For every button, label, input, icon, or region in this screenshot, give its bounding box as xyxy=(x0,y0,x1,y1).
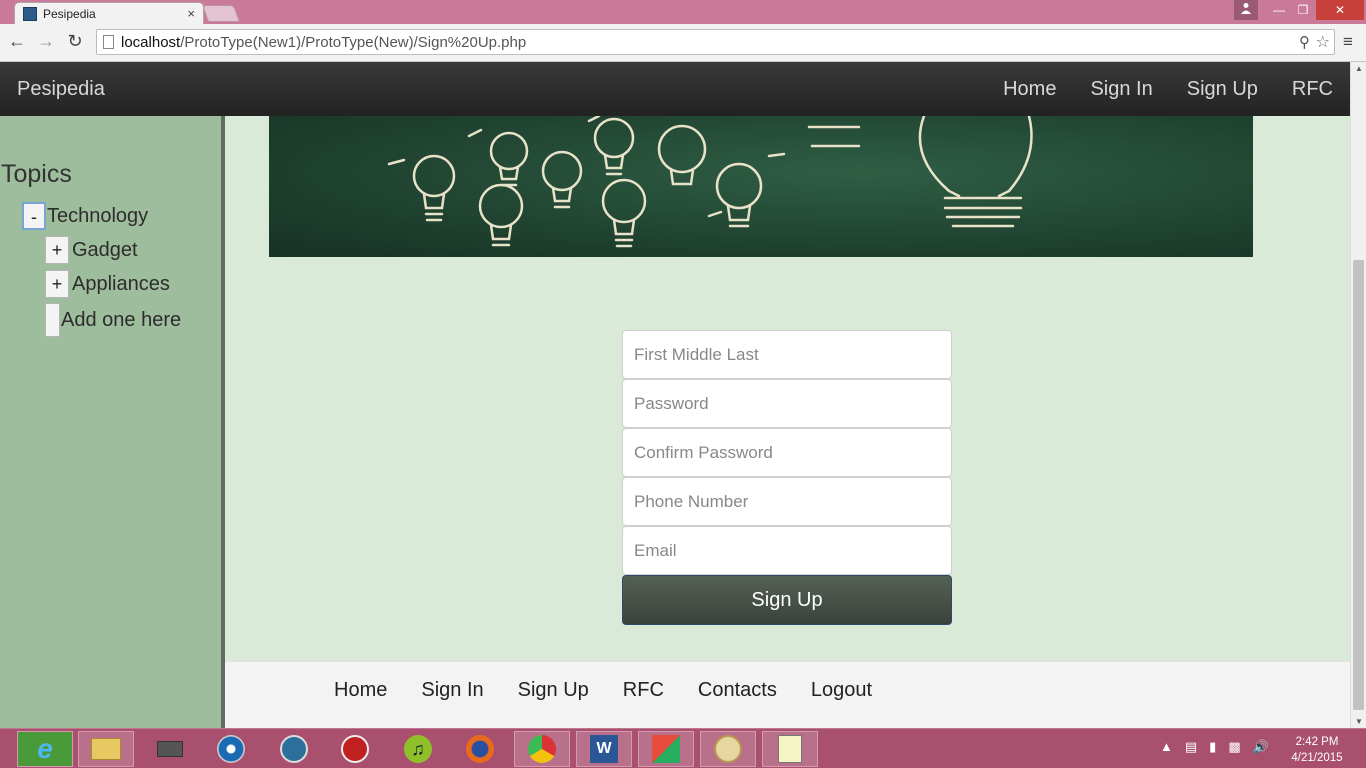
tree-item-gadget[interactable]: + Gadget xyxy=(45,236,138,264)
minimize-icon[interactable]: — xyxy=(1268,0,1290,20)
reload-icon[interactable]: ↻ xyxy=(64,31,86,52)
expand-toggle[interactable]: + xyxy=(45,236,69,264)
browser-toolbar: ← → ↻ localhost/ProtoType(New1)/ProtoTyp… xyxy=(0,24,1366,62)
browser-tab[interactable]: Pesipedia × xyxy=(14,2,204,24)
url-text: localhost/ProtoType(New1)/ProtoType(New)… xyxy=(121,34,527,51)
screen: Pesipedia × — ❐ ✕ ← → ↻ localhost/ProtoT… xyxy=(0,0,1366,768)
site-navbar: Pesipedia Home Sign In Sign Up RFC xyxy=(0,62,1350,116)
scroll-down-icon[interactable]: ▼ xyxy=(1355,717,1363,726)
browser-titlebar: Pesipedia × — ❐ ✕ xyxy=(0,0,1366,24)
footer-contacts[interactable]: Contacts xyxy=(681,679,794,702)
notepad-icon[interactable] xyxy=(762,731,818,767)
lightbulb-drawings xyxy=(387,116,1033,248)
tab-close-icon[interactable]: × xyxy=(187,6,195,21)
clock-date: 4/21/2015 xyxy=(1291,752,1343,764)
chalkboard-banner-image xyxy=(269,116,1253,257)
show-hidden-icons-icon[interactable]: ▲ xyxy=(1160,739,1173,755)
add-toggle[interactable] xyxy=(45,303,60,337)
close-window-icon[interactable]: ✕ xyxy=(1316,0,1364,20)
nav-home[interactable]: Home xyxy=(986,62,1073,116)
footer-links: Home Sign In Sign Up RFC Contacts Logout xyxy=(317,679,889,702)
scroll-up-icon[interactable]: ▲ xyxy=(1355,64,1363,73)
internet-explorer-icon[interactable]: e xyxy=(17,731,73,767)
page-viewport: Pesipedia Home Sign In Sign Up RFC Topic… xyxy=(0,62,1350,728)
chrome-icon[interactable] xyxy=(514,731,570,767)
volume-icon[interactable]: 🔊 xyxy=(1253,739,1269,755)
bookmark-star-icon[interactable]: ☆ xyxy=(1316,32,1330,52)
page-scrollbar[interactable]: ▲ ▼ xyxy=(1350,62,1366,728)
password-field[interactable] xyxy=(622,379,952,428)
clock-time: 2:42 PM xyxy=(1295,736,1339,748)
topics-title: Topics xyxy=(1,160,72,188)
file-explorer-icon[interactable] xyxy=(78,731,134,767)
footer-sign-up[interactable]: Sign Up xyxy=(501,679,606,702)
tab-title: Pesipedia xyxy=(43,7,96,21)
collapse-toggle[interactable]: - xyxy=(22,202,46,230)
footer-home[interactable]: Home xyxy=(317,679,404,702)
tree-label[interactable]: Add one here xyxy=(61,309,181,332)
sign-up-button[interactable]: Sign Up xyxy=(622,575,952,625)
tree-label[interactable]: Technology xyxy=(47,205,148,228)
nav-rfc[interactable]: RFC xyxy=(1275,62,1350,116)
media-player-icon[interactable] xyxy=(266,731,322,767)
topics-sidebar: Topics - Technology + Gadget + Appliance… xyxy=(0,116,225,728)
zoom-icon[interactable]: ⚲ xyxy=(1299,33,1310,51)
new-tab-button[interactable] xyxy=(201,5,241,22)
itunes-icon[interactable]: ♫ xyxy=(390,731,446,767)
battery-icon[interactable]: ▮ xyxy=(1209,739,1216,755)
page-icon xyxy=(103,35,114,49)
navbar-links: Home Sign In Sign Up RFC xyxy=(986,62,1350,116)
tree-item-appliances[interactable]: + Appliances xyxy=(45,270,170,298)
forward-icon[interactable]: → xyxy=(35,31,57,52)
expand-toggle[interactable]: + xyxy=(45,270,69,298)
tree-label[interactable]: Gadget xyxy=(72,239,138,262)
back-icon[interactable]: ← xyxy=(6,31,28,52)
tree-item-technology[interactable]: - Technology xyxy=(22,202,148,230)
tree-item-add[interactable]: Add one here xyxy=(45,303,181,337)
favicon-icon xyxy=(23,7,37,21)
recorder-icon[interactable] xyxy=(327,731,383,767)
taskbar-clock[interactable]: 2:42 PM 4/21/2015 xyxy=(1286,734,1348,766)
footer-sign-in[interactable]: Sign In xyxy=(404,679,500,702)
user-profile-icon[interactable] xyxy=(1234,0,1258,20)
nav-sign-up[interactable]: Sign Up xyxy=(1170,62,1275,116)
firefox-icon[interactable] xyxy=(452,731,508,767)
email-field[interactable] xyxy=(622,526,952,575)
phone-number-field[interactable] xyxy=(622,477,952,526)
footer-logout[interactable]: Logout xyxy=(794,679,889,702)
system-tray: ▲ ▤ ▮ ▩ 🔊 xyxy=(1160,739,1269,755)
paint-icon[interactable] xyxy=(700,731,756,767)
site-footer: Home Sign In Sign Up RFC Contacts Logout xyxy=(225,661,1350,728)
dvd-player-icon[interactable] xyxy=(203,731,259,767)
scanner-icon[interactable] xyxy=(142,731,198,767)
windows-taskbar: e ♫ W ▲ ▤ ▮ ▩ 🔊 2:42 PM 4/21/2015 xyxy=(0,728,1366,768)
signal-icon[interactable]: ▩ xyxy=(1228,739,1240,755)
chrome-menu-icon[interactable]: ≡ xyxy=(1343,32,1353,52)
action-center-icon[interactable]: ▤ xyxy=(1185,739,1197,755)
scroll-thumb[interactable] xyxy=(1353,260,1364,710)
maximize-icon[interactable]: ❐ xyxy=(1292,0,1314,20)
tree-label[interactable]: Appliances xyxy=(72,273,170,296)
confirm-password-field[interactable] xyxy=(622,428,952,477)
sign-up-form: Sign Up xyxy=(622,330,952,625)
word-icon[interactable]: W xyxy=(576,731,632,767)
site-brand[interactable]: Pesipedia xyxy=(17,78,105,101)
photos-icon[interactable] xyxy=(638,731,694,767)
address-bar[interactable]: localhost/ProtoType(New1)/ProtoType(New)… xyxy=(96,29,1335,55)
footer-rfc[interactable]: RFC xyxy=(606,679,681,702)
full-name-field[interactable] xyxy=(622,330,952,379)
nav-sign-in[interactable]: Sign In xyxy=(1073,62,1169,116)
